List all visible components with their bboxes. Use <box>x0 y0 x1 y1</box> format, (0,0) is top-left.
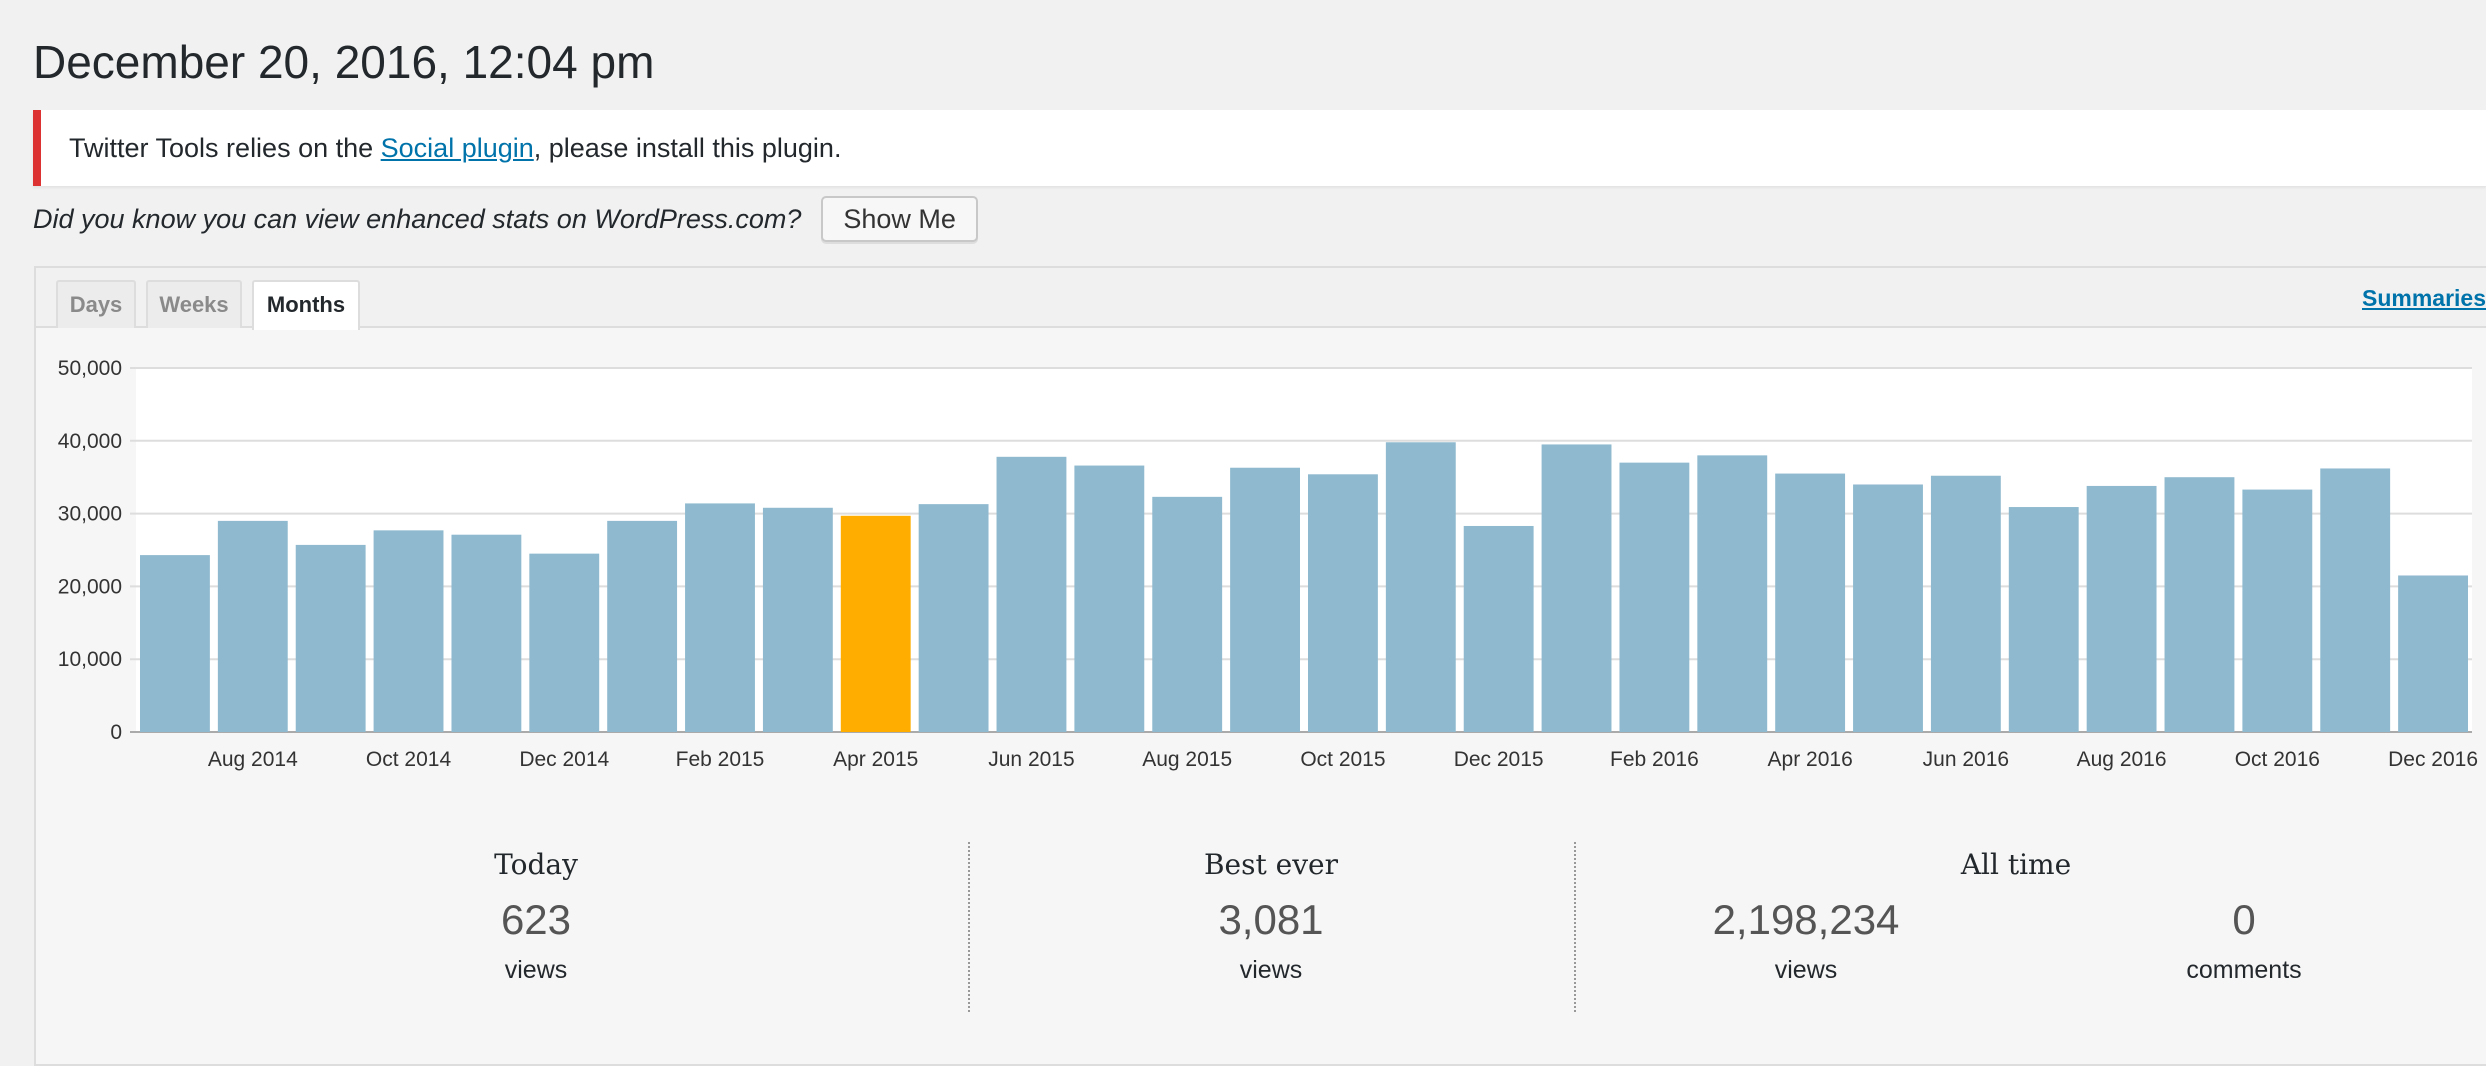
bar-dec-2014 <box>529 553 600 732</box>
x-tick-label: Feb 2015 <box>676 748 765 771</box>
summary-divider <box>1574 842 1576 1012</box>
bar-jan-2015 <box>607 520 678 732</box>
bar-jul-2016 <box>2008 507 2079 732</box>
page-title: December 20, 2016, 12:04 pm <box>33 36 655 88</box>
social-plugin-link[interactable]: Social plugin <box>381 133 534 163</box>
views-bar-chart: 0 10,000 20,000 30,000 40,000 50,000 Aug 2014 O… <box>58 357 2478 771</box>
y-tick-label: 30,000 <box>58 503 122 526</box>
x-tick-label: Jun 2015 <box>988 748 1074 771</box>
bar-jun-2016 <box>1930 475 2001 732</box>
y-tick-label: 50,000 <box>58 357 122 380</box>
x-tick-label: Apr 2015 <box>833 748 918 771</box>
bar-apr-2015 <box>840 515 911 732</box>
x-tick-label: Apr 2016 <box>1768 748 1853 771</box>
x-tick-label: Oct 2016 <box>2235 748 2320 771</box>
bar-oct-2016 <box>2242 489 2313 732</box>
bar-sep-2015 <box>1230 467 1300 732</box>
notice-text-before: Twitter Tools relies on the <box>69 133 381 163</box>
all-time-views-unit: views <box>1774 956 1838 984</box>
y-tick-label: 0 <box>110 721 122 744</box>
bar-dec-2015 <box>1463 525 1534 732</box>
all-time-views: 2,198,234 views <box>1606 848 2006 1028</box>
x-tick-label: Dec 2016 <box>2388 748 2478 771</box>
bar-jan-2016 <box>1541 444 1612 732</box>
bar-aug-2014 <box>217 520 288 732</box>
bar-jun-2015 <box>996 456 1067 732</box>
bar-nov-2016 <box>2320 468 2391 732</box>
y-tick-label: 40,000 <box>58 430 122 453</box>
bar-sep-2016 <box>2164 477 2235 732</box>
x-tick-label: Dec 2014 <box>519 748 609 771</box>
bar-oct-2014 <box>373 530 444 732</box>
stats-promo: Did you know you can view enhanced stats… <box>33 196 978 242</box>
best-ever-title: Best ever <box>1203 848 1338 881</box>
best-ever-views-value: 3,081 <box>1218 896 1324 943</box>
bar-may-2015 <box>918 504 989 732</box>
bar-nov-2014 <box>451 534 522 732</box>
plugin-notice: Twitter Tools relies on the Social plugi… <box>33 110 2486 186</box>
bar-aug-2015 <box>1152 496 1223 732</box>
x-tick-label: Oct 2015 <box>1300 748 1385 771</box>
bar-sep-2014 <box>295 544 366 732</box>
summary-best-ever: Best ever 3,081 views <box>1071 848 1471 1028</box>
all-time-views-value: 2,198,234 <box>1712 896 1900 943</box>
bar-mar-2015 <box>762 507 833 732</box>
bar-jul-2015 <box>1074 465 1145 732</box>
bar-may-2016 <box>1853 484 1923 732</box>
all-time-comments-unit: comments <box>2186 956 2302 984</box>
x-tick-label: Dec 2015 <box>1454 748 1544 771</box>
x-tick-label: Jun 2016 <box>1923 748 2009 771</box>
bar-nov-2015 <box>1385 442 1456 732</box>
notice-text-after: , please install this plugin. <box>533 133 842 163</box>
today-views-unit: views <box>504 956 568 984</box>
bar-feb-2016 <box>1619 462 1690 732</box>
summary-divider <box>968 842 970 1012</box>
promo-text: Did you know you can view enhanced stats… <box>33 203 802 234</box>
x-tick-label: Oct 2014 <box>366 748 452 771</box>
x-tick-label: Feb 2016 <box>1610 748 1699 771</box>
today-views-value: 623 <box>500 896 572 943</box>
all-time-comments-value: 0 <box>2232 896 2256 943</box>
bar-dec-2016 <box>2398 575 2468 732</box>
stats-panel: Days Weeks Months Summaries 0 10,000 20,00… <box>34 266 2486 1066</box>
bar-apr-2016 <box>1775 473 1846 732</box>
x-tick-label: Aug 2015 <box>1142 748 1232 771</box>
bar-aug-2016 <box>2086 485 2157 732</box>
summary-today: Today 623 views <box>336 848 736 1028</box>
all-time-comments: 0 comments <box>2044 848 2444 1028</box>
x-tick-label: Aug 2014 <box>208 748 298 771</box>
bar-oct-2015 <box>1308 474 1378 732</box>
bar-jul-2014 <box>140 555 210 732</box>
bar-feb-2015 <box>685 503 755 732</box>
x-tick-label: Aug 2016 <box>2077 748 2167 771</box>
y-tick-label: 10,000 <box>58 648 122 671</box>
show-me-button[interactable]: Show Me <box>821 196 978 242</box>
bar-mar-2016 <box>1697 455 1768 732</box>
today-title: Today <box>494 848 578 881</box>
y-tick-label: 20,000 <box>58 575 122 598</box>
best-ever-views-unit: views <box>1239 956 1303 984</box>
